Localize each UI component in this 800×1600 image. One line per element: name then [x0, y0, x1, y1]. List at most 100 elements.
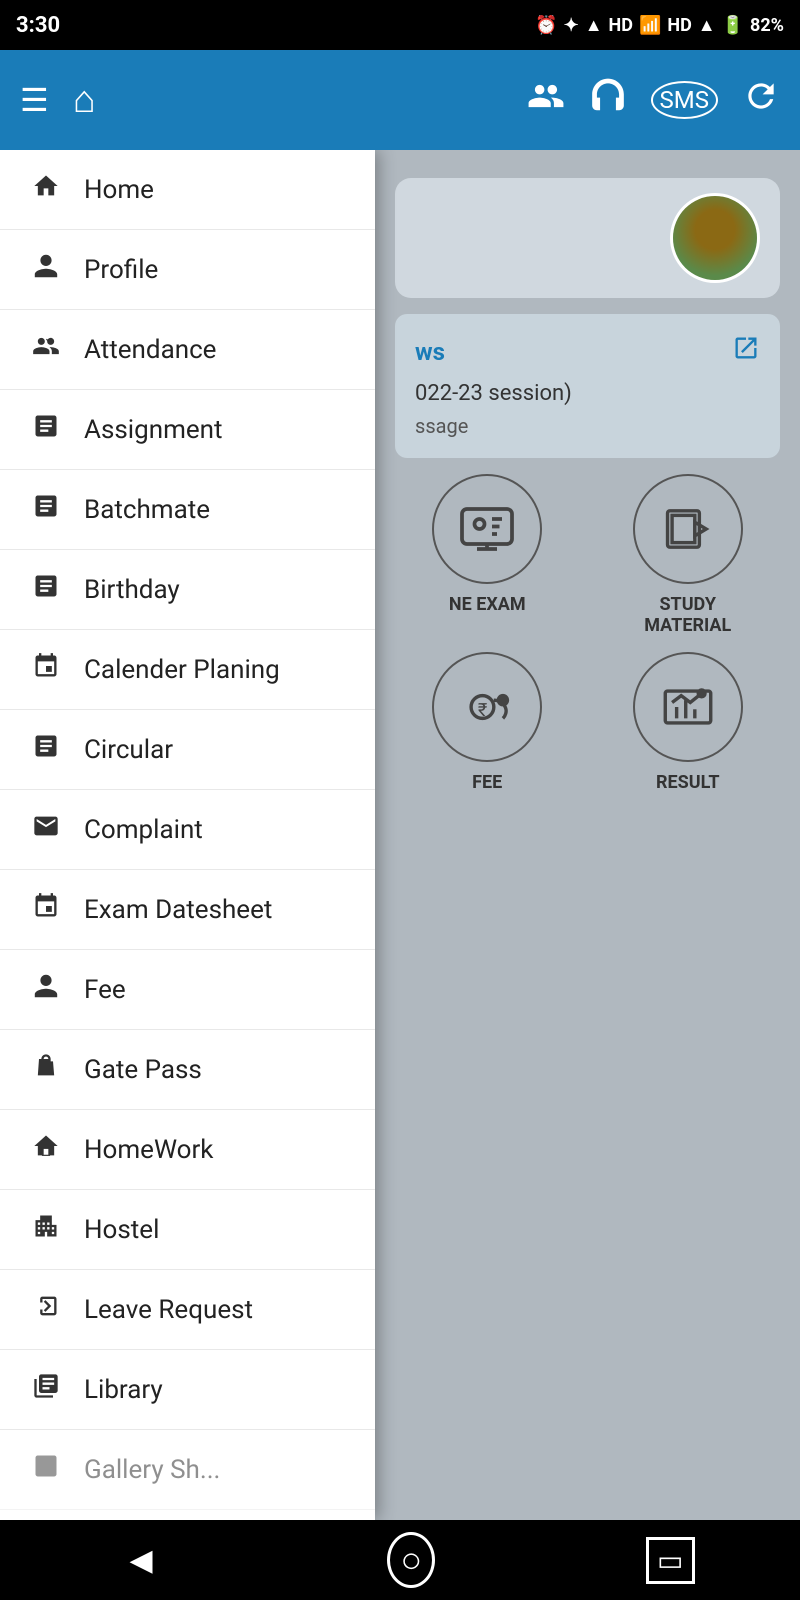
main-content: ws 022-23 session) ssage [375, 150, 800, 1520]
recent-apps-button[interactable]: ▭ [646, 1537, 694, 1584]
quick-item-result[interactable]: RESULT [596, 652, 781, 793]
nav-item-hostel[interactable]: Hostel [0, 1190, 375, 1270]
side-drawer: Home Profile Attendance [0, 150, 375, 1520]
bottom-nav: ◀ ○ ▭ [0, 1520, 800, 1600]
leave-request-nav-icon [28, 1292, 64, 1327]
nav-item-birthday[interactable]: Birthday [0, 550, 375, 630]
people-icon[interactable] [527, 77, 565, 123]
circular-nav-icon [28, 732, 64, 767]
online-exam-icon-circle [432, 474, 542, 584]
time-display: 3:30 [16, 13, 60, 38]
status-icons: ⏰ ✦ ▲ HD 📶 HD ▲ 🔋 82% [535, 15, 784, 36]
nav-label-calender: Calender Planing [84, 655, 280, 685]
app-bar-right: SMS [527, 77, 780, 123]
hd-badge: HD [609, 15, 633, 36]
birthday-nav-icon [28, 572, 64, 607]
nav-label-homework: HomeWork [84, 1135, 213, 1165]
nav-item-leave-request[interactable]: Leave Request [0, 1270, 375, 1350]
status-bar: 3:30 ⏰ ✦ ▲ HD 📶 HD ▲ 🔋 82% [0, 0, 800, 50]
nav-item-homework[interactable]: HomeWork [0, 1110, 375, 1190]
nav-label-exam-datesheet: Exam Datesheet [84, 895, 272, 925]
home-button[interactable]: ⌂ [73, 78, 96, 122]
nav-item-partial[interactable]: Gallery Sh... [0, 1430, 375, 1510]
quick-item-study-material[interactable]: STUDYMATERIAL [596, 474, 781, 636]
news-body-text: ssage [415, 414, 760, 438]
nav-label-leave-request: Leave Request [84, 1295, 253, 1325]
quick-item-fee[interactable]: ₹ FEE [395, 652, 580, 793]
nav-label-birthday: Birthday [84, 575, 180, 605]
exam-datesheet-nav-icon [28, 892, 64, 927]
nav-item-gate-pass[interactable]: Gate Pass [0, 1030, 375, 1110]
news-header: ws [415, 334, 760, 369]
hd-badge2: HD [667, 15, 691, 36]
nav-item-assignment[interactable]: Assignment [0, 390, 375, 470]
home-circle-button[interactable]: ○ [387, 1532, 435, 1588]
fee-label: FEE [472, 772, 502, 793]
gate-pass-nav-icon [28, 1052, 64, 1087]
complaint-nav-icon [28, 812, 64, 847]
nav-label-home: Home [84, 175, 154, 205]
main-layout: Home Profile Attendance [0, 150, 800, 1520]
profile-card [395, 178, 780, 298]
sms-icon[interactable]: SMS [651, 81, 718, 119]
profile-nav-icon [28, 252, 64, 287]
nav-item-exam-datesheet[interactable]: Exam Datesheet [0, 870, 375, 950]
nav-item-profile[interactable]: Profile [0, 230, 375, 310]
nav-item-batchmate[interactable]: Batchmate [0, 470, 375, 550]
assignment-nav-icon [28, 412, 64, 447]
avatar [670, 193, 760, 283]
nav-item-circular[interactable]: Circular [0, 710, 375, 790]
cell-signal-icon: ▲ [698, 15, 716, 36]
nav-label-fee: Fee [84, 975, 126, 1005]
homework-nav-icon [28, 1132, 64, 1167]
nav-label-partial: Gallery Sh... [84, 1455, 220, 1485]
menu-button[interactable]: ☰ [20, 81, 49, 119]
result-label: RESULT [656, 772, 720, 793]
external-link-icon[interactable] [732, 334, 760, 369]
fee-nav-icon [28, 972, 64, 1007]
attendance-nav-icon [28, 332, 64, 367]
battery-icon: 🔋 [722, 15, 744, 36]
quick-item-online-exam[interactable]: NE EXAM [395, 474, 580, 636]
online-exam-label: NE EXAM [449, 594, 526, 615]
nav-label-library: Library [84, 1375, 163, 1405]
result-icon-circle [633, 652, 743, 762]
news-session: 022-23 session) [415, 381, 760, 406]
nav-item-fee[interactable]: Fee [0, 950, 375, 1030]
study-material-label: STUDYMATERIAL [644, 594, 731, 636]
study-material-icon-circle [633, 474, 743, 584]
alarm-icon: ⏰ [535, 15, 557, 36]
fee-icon-circle: ₹ [432, 652, 542, 762]
batchmate-nav-icon [28, 492, 64, 527]
refresh-icon[interactable] [742, 77, 780, 123]
calender-nav-icon [28, 652, 64, 687]
nav-label-complaint: Complaint [84, 815, 203, 845]
bluetooth-icon: ✦ [564, 15, 579, 36]
quick-actions-row1: NE EXAM STUDYMATERIAL [395, 474, 780, 636]
nav-label-hostel: Hostel [84, 1215, 159, 1245]
nav-item-attendance[interactable]: Attendance [0, 310, 375, 390]
wifi-icon: ▲ [585, 15, 603, 36]
hostel-nav-icon [28, 1212, 64, 1247]
app-bar: ☰ ⌂ SMS [0, 50, 800, 150]
library-nav-icon [28, 1372, 64, 1407]
back-button[interactable]: ◀ [105, 1531, 176, 1590]
nav-label-profile: Profile [84, 255, 158, 285]
nav-item-complaint[interactable]: Complaint [0, 790, 375, 870]
nav-label-circular: Circular [84, 735, 173, 765]
news-title: ws [415, 338, 445, 366]
nav-item-calender-planing[interactable]: Calender Planing [0, 630, 375, 710]
partial-nav-icon [28, 1452, 64, 1487]
signal-icon: 📶 [639, 15, 661, 36]
app-bar-left: ☰ ⌂ [20, 78, 96, 122]
home-nav-icon [28, 172, 64, 207]
nav-label-attendance: Attendance [84, 335, 216, 365]
headset-icon[interactable] [589, 77, 627, 123]
battery-level: 82% [750, 15, 784, 36]
svg-text:₹: ₹ [478, 700, 488, 721]
nav-label-gate-pass: Gate Pass [84, 1055, 202, 1085]
nav-item-library[interactable]: Library [0, 1350, 375, 1430]
news-card: ws 022-23 session) ssage [395, 314, 780, 458]
nav-label-assignment: Assignment [84, 415, 223, 445]
nav-item-home[interactable]: Home [0, 150, 375, 230]
